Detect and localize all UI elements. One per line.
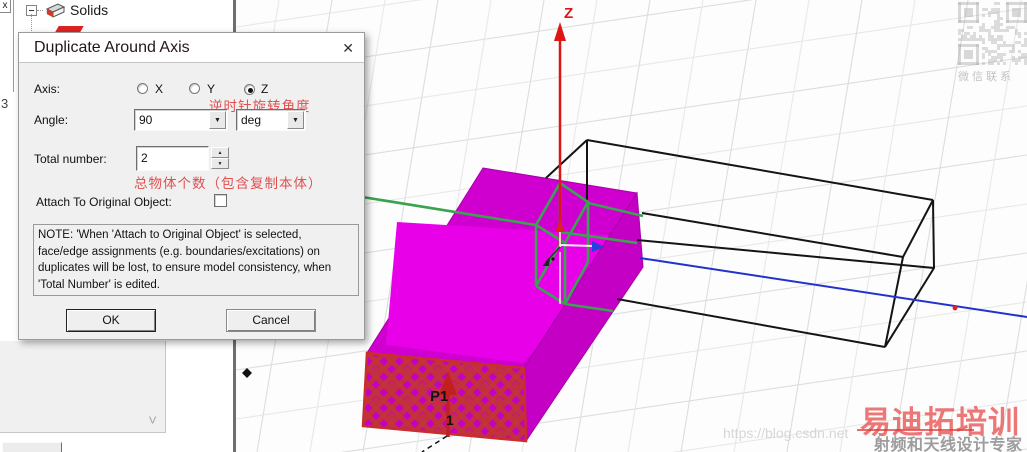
solid-box-icon bbox=[45, 2, 66, 18]
axis-label: Axis: bbox=[34, 82, 61, 96]
port-number-label: 1 bbox=[446, 412, 454, 428]
tree-connector bbox=[37, 9, 43, 11]
bottom-partial-button[interactable] bbox=[2, 442, 62, 452]
row-index-label: 3 bbox=[1, 96, 9, 111]
brand-subtitle: 射频和天线设计专家 bbox=[874, 437, 1023, 452]
total-number-value: 2 bbox=[141, 151, 148, 165]
angle-unit-combobox[interactable]: deg ▼ bbox=[236, 109, 306, 131]
duplicate-around-axis-dialog: Duplicate Around Axis ✕ Axis: X Y Z 逆时针旋… bbox=[18, 32, 365, 340]
total-number-input[interactable]: 2 bbox=[136, 146, 209, 171]
port-name-label: P1 bbox=[430, 388, 448, 405]
tree-item-solids[interactable]: Solids bbox=[26, 1, 108, 19]
panel-divider bbox=[13, 0, 14, 92]
app-window: x 3 Solids ˅ Z P1 1 微信联系 https://blog.cs… bbox=[0, 0, 1027, 452]
axis-radio-x-label[interactable]: X bbox=[155, 82, 163, 96]
total-annotation: 总物体个数（包含复制本体） bbox=[134, 176, 323, 191]
note-text: NOTE: 'When 'Attach to Original Object' … bbox=[33, 224, 359, 296]
attach-checkbox[interactable] bbox=[214, 194, 227, 207]
angle-value: 90 bbox=[139, 113, 153, 127]
angle-combobox[interactable]: 90 ▼ bbox=[134, 109, 228, 131]
tree-item-label: Solids bbox=[70, 2, 109, 18]
dialog-titlebar[interactable]: Duplicate Around Axis ✕ bbox=[19, 33, 364, 63]
angle-label: Angle: bbox=[34, 113, 69, 127]
axis-radio-z-label[interactable]: Z bbox=[261, 82, 268, 96]
spin-up-icon[interactable]: ▲ bbox=[211, 147, 229, 158]
properties-panel: ˅ bbox=[0, 341, 166, 433]
z-axis-label: Z bbox=[564, 5, 573, 22]
qr-code-watermark: 微信联系 bbox=[958, 2, 1027, 86]
ok-button[interactable]: OK bbox=[66, 309, 156, 332]
spin-down-icon[interactable]: ▼ bbox=[211, 158, 229, 169]
unit-dropdown-icon[interactable]: ▼ bbox=[287, 111, 304, 129]
tree-branch-line bbox=[31, 14, 32, 31]
close-icon[interactable]: ✕ bbox=[342, 33, 354, 63]
axis-radio-y-label[interactable]: Y bbox=[207, 82, 215, 96]
blue-axis-line bbox=[639, 257, 1027, 318]
axis-radio-y[interactable] bbox=[189, 83, 200, 94]
axis-radio-z[interactable] bbox=[244, 84, 255, 95]
axis-radio-x[interactable] bbox=[137, 83, 148, 94]
qr-caption: 微信联系 bbox=[958, 71, 1014, 83]
attach-label: Attach To Original Object: bbox=[36, 195, 172, 209]
url-watermark: https://blog.csdn.net bbox=[723, 425, 849, 441]
panel-close-button[interactable]: x bbox=[0, 0, 11, 13]
total-number-label: Total number: bbox=[34, 152, 107, 166]
diamond-marker bbox=[242, 368, 252, 378]
vertex-marker bbox=[952, 305, 958, 311]
angle-unit-value: deg bbox=[241, 113, 262, 127]
dialog-title: Duplicate Around Axis bbox=[34, 39, 190, 56]
chevron-down-icon[interactable]: ˅ bbox=[148, 413, 157, 428]
angle-dropdown-icon[interactable]: ▼ bbox=[209, 111, 226, 129]
cancel-button[interactable]: Cancel bbox=[226, 309, 316, 332]
total-number-spinner: ▲ ▼ bbox=[211, 147, 229, 170]
